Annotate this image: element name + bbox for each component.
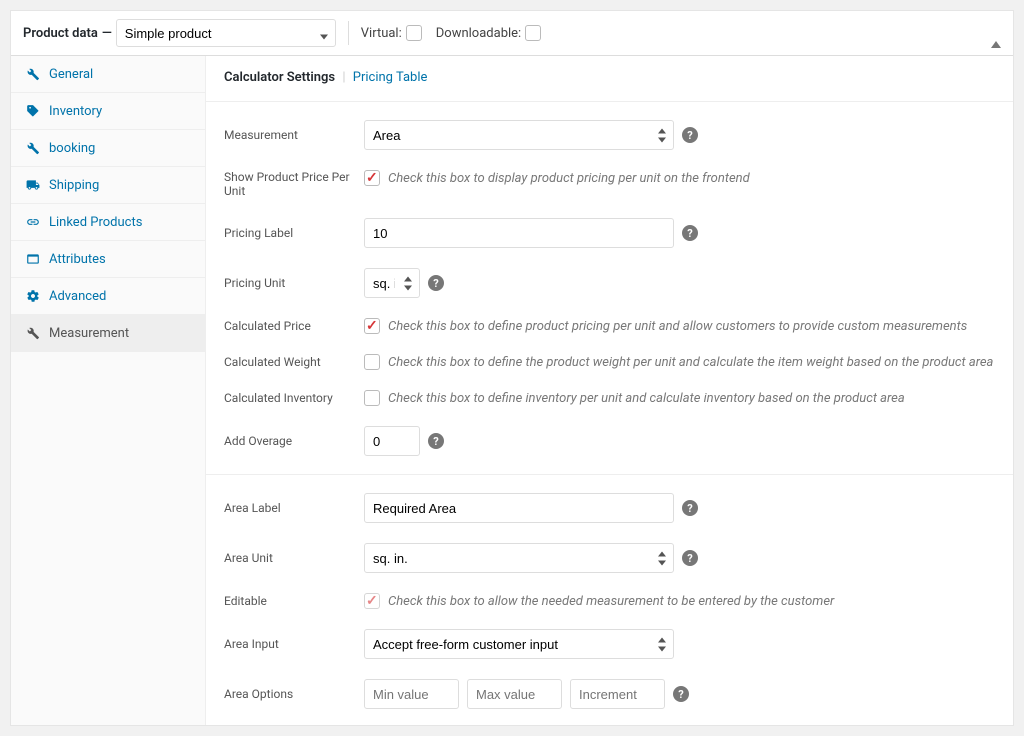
virtual-checkbox[interactable] (406, 25, 422, 41)
area-options-label: Area Options (224, 687, 364, 701)
tab-booking[interactable]: booking (11, 130, 205, 167)
calc-price-checkbox[interactable] (364, 318, 380, 334)
gear-icon (25, 288, 41, 304)
wrench-icon (25, 325, 41, 341)
increment-input[interactable] (570, 679, 665, 709)
sidebar-tabs: General Inventory booking Shipping Linke… (11, 56, 206, 725)
panel-header: Product data — Simple product Virtual: D… (11, 11, 1013, 56)
truck-icon (25, 177, 41, 193)
calc-price-desc: Check this box to define product pricing… (388, 319, 967, 334)
area-input-select[interactable]: Accept free-form customer input (364, 629, 674, 659)
tab-label: Inventory (49, 104, 102, 119)
tab-label: General (49, 67, 93, 82)
card-icon (25, 251, 41, 267)
tab-inventory[interactable]: Inventory (11, 93, 205, 130)
product-type-select[interactable]: Simple product (116, 19, 336, 47)
pricing-unit-label: Pricing Unit (224, 276, 364, 290)
virtual-label: Virtual: (361, 26, 402, 41)
tab-label: Shipping (49, 178, 99, 193)
downloadable-label: Downloadable: (436, 26, 521, 41)
area-input-label: Area Input (224, 637, 364, 651)
collapse-toggle[interactable] (991, 26, 1001, 41)
help-icon[interactable]: ? (428, 433, 444, 449)
area-label-label: Area Label (224, 501, 364, 515)
tab-advanced[interactable]: Advanced (11, 278, 205, 315)
help-icon[interactable]: ? (682, 550, 698, 566)
help-icon[interactable]: ? (673, 686, 689, 702)
tab-label: Linked Products (49, 215, 142, 230)
tab-linked-products[interactable]: Linked Products (11, 204, 205, 241)
wrench-icon (25, 140, 41, 156)
pricing-label-input[interactable] (364, 218, 674, 248)
link-icon (25, 214, 41, 230)
tab-label: Advanced (49, 289, 106, 304)
panel-title: Product data (23, 26, 98, 41)
editable-checkbox (364, 593, 380, 609)
calc-weight-desc: Check this box to define the product wei… (388, 355, 993, 370)
help-icon[interactable]: ? (428, 275, 444, 291)
measurement-label: Measurement (224, 128, 364, 142)
calc-price-label: Calculated Price (224, 319, 364, 333)
tab-measurement[interactable]: Measurement (11, 315, 205, 352)
tab-label: Attributes (49, 252, 106, 267)
show-price-checkbox[interactable] (364, 170, 380, 186)
calc-weight-checkbox[interactable] (364, 354, 380, 370)
help-icon[interactable]: ? (682, 500, 698, 516)
calc-inventory-desc: Check this box to define inventory per u… (388, 391, 905, 406)
show-price-label: Show Product Price Per Unit (224, 170, 364, 198)
help-icon[interactable]: ? (682, 127, 698, 143)
subnav-active: Calculator Settings (224, 70, 335, 85)
measurement-select[interactable]: Area (364, 120, 674, 150)
overage-label: Add Overage (224, 434, 364, 448)
calc-weight-label: Calculated Weight (224, 355, 364, 369)
area-unit-label: Area Unit (224, 551, 364, 565)
tab-shipping[interactable]: Shipping (11, 167, 205, 204)
tag-icon (25, 103, 41, 119)
tab-attributes[interactable]: Attributes (11, 241, 205, 278)
tab-general[interactable]: General (11, 56, 205, 93)
area-unit-select[interactable]: sq. in. (364, 543, 674, 573)
max-value-input[interactable] (467, 679, 562, 709)
content-area: Calculator Settings | Pricing Table Meas… (206, 56, 1013, 725)
pricing-label-label: Pricing Label (224, 226, 364, 240)
sub-nav: Calculator Settings | Pricing Table (224, 70, 995, 89)
calc-inventory-label: Calculated Inventory (224, 391, 364, 405)
calc-inventory-checkbox[interactable] (364, 390, 380, 406)
wrench-icon (25, 66, 41, 82)
editable-label: Editable (224, 594, 364, 608)
area-label-input[interactable] (364, 493, 674, 523)
help-icon[interactable]: ? (682, 225, 698, 241)
tab-label: booking (49, 141, 95, 156)
editable-desc: Check this box to allow the needed measu… (388, 594, 834, 609)
show-price-desc: Check this box to display product pricin… (388, 171, 750, 186)
pricing-unit-select[interactable]: sq. in. (364, 268, 420, 298)
subnav-pricing-table[interactable]: Pricing Table (353, 70, 428, 85)
min-value-input[interactable] (364, 679, 459, 709)
tab-label: Measurement (49, 326, 129, 341)
downloadable-checkbox[interactable] (525, 25, 541, 41)
overage-input[interactable] (364, 426, 420, 456)
